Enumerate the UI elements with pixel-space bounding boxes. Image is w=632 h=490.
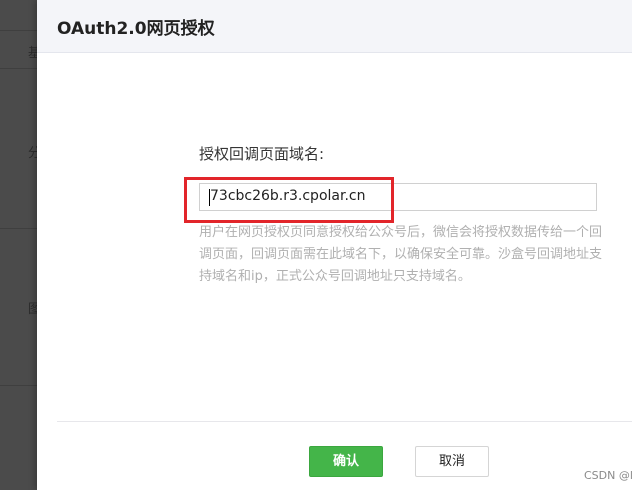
footer-divider: [57, 421, 632, 422]
callback-domain-label: 授权回调页面域名:: [199, 145, 325, 163]
background-divider: [0, 228, 40, 229]
confirm-button[interactable]: 确认: [309, 446, 383, 477]
dialog-header: OAuth2.0网页授权: [37, 0, 632, 53]
background-divider: [0, 68, 40, 69]
background-page: 基 分 图: [0, 0, 40, 490]
annotation-highlight-box: [184, 177, 394, 223]
background-divider: [0, 385, 40, 386]
help-text: 用户在网页授权页同意授权给公众号后，微信会将授权数据传给一个回调页面，回调页面需…: [199, 225, 603, 284]
csdn-watermark: CSDN @luolai: [584, 469, 632, 482]
cancel-button[interactable]: 取消: [415, 446, 489, 477]
oauth-dialog: OAuth2.0网页授权 授权回调页面域名: 73cbc26b.r3.cpola…: [37, 0, 632, 490]
background-divider: [0, 30, 40, 31]
dialog-title: OAuth2.0网页授权: [57, 19, 215, 39]
